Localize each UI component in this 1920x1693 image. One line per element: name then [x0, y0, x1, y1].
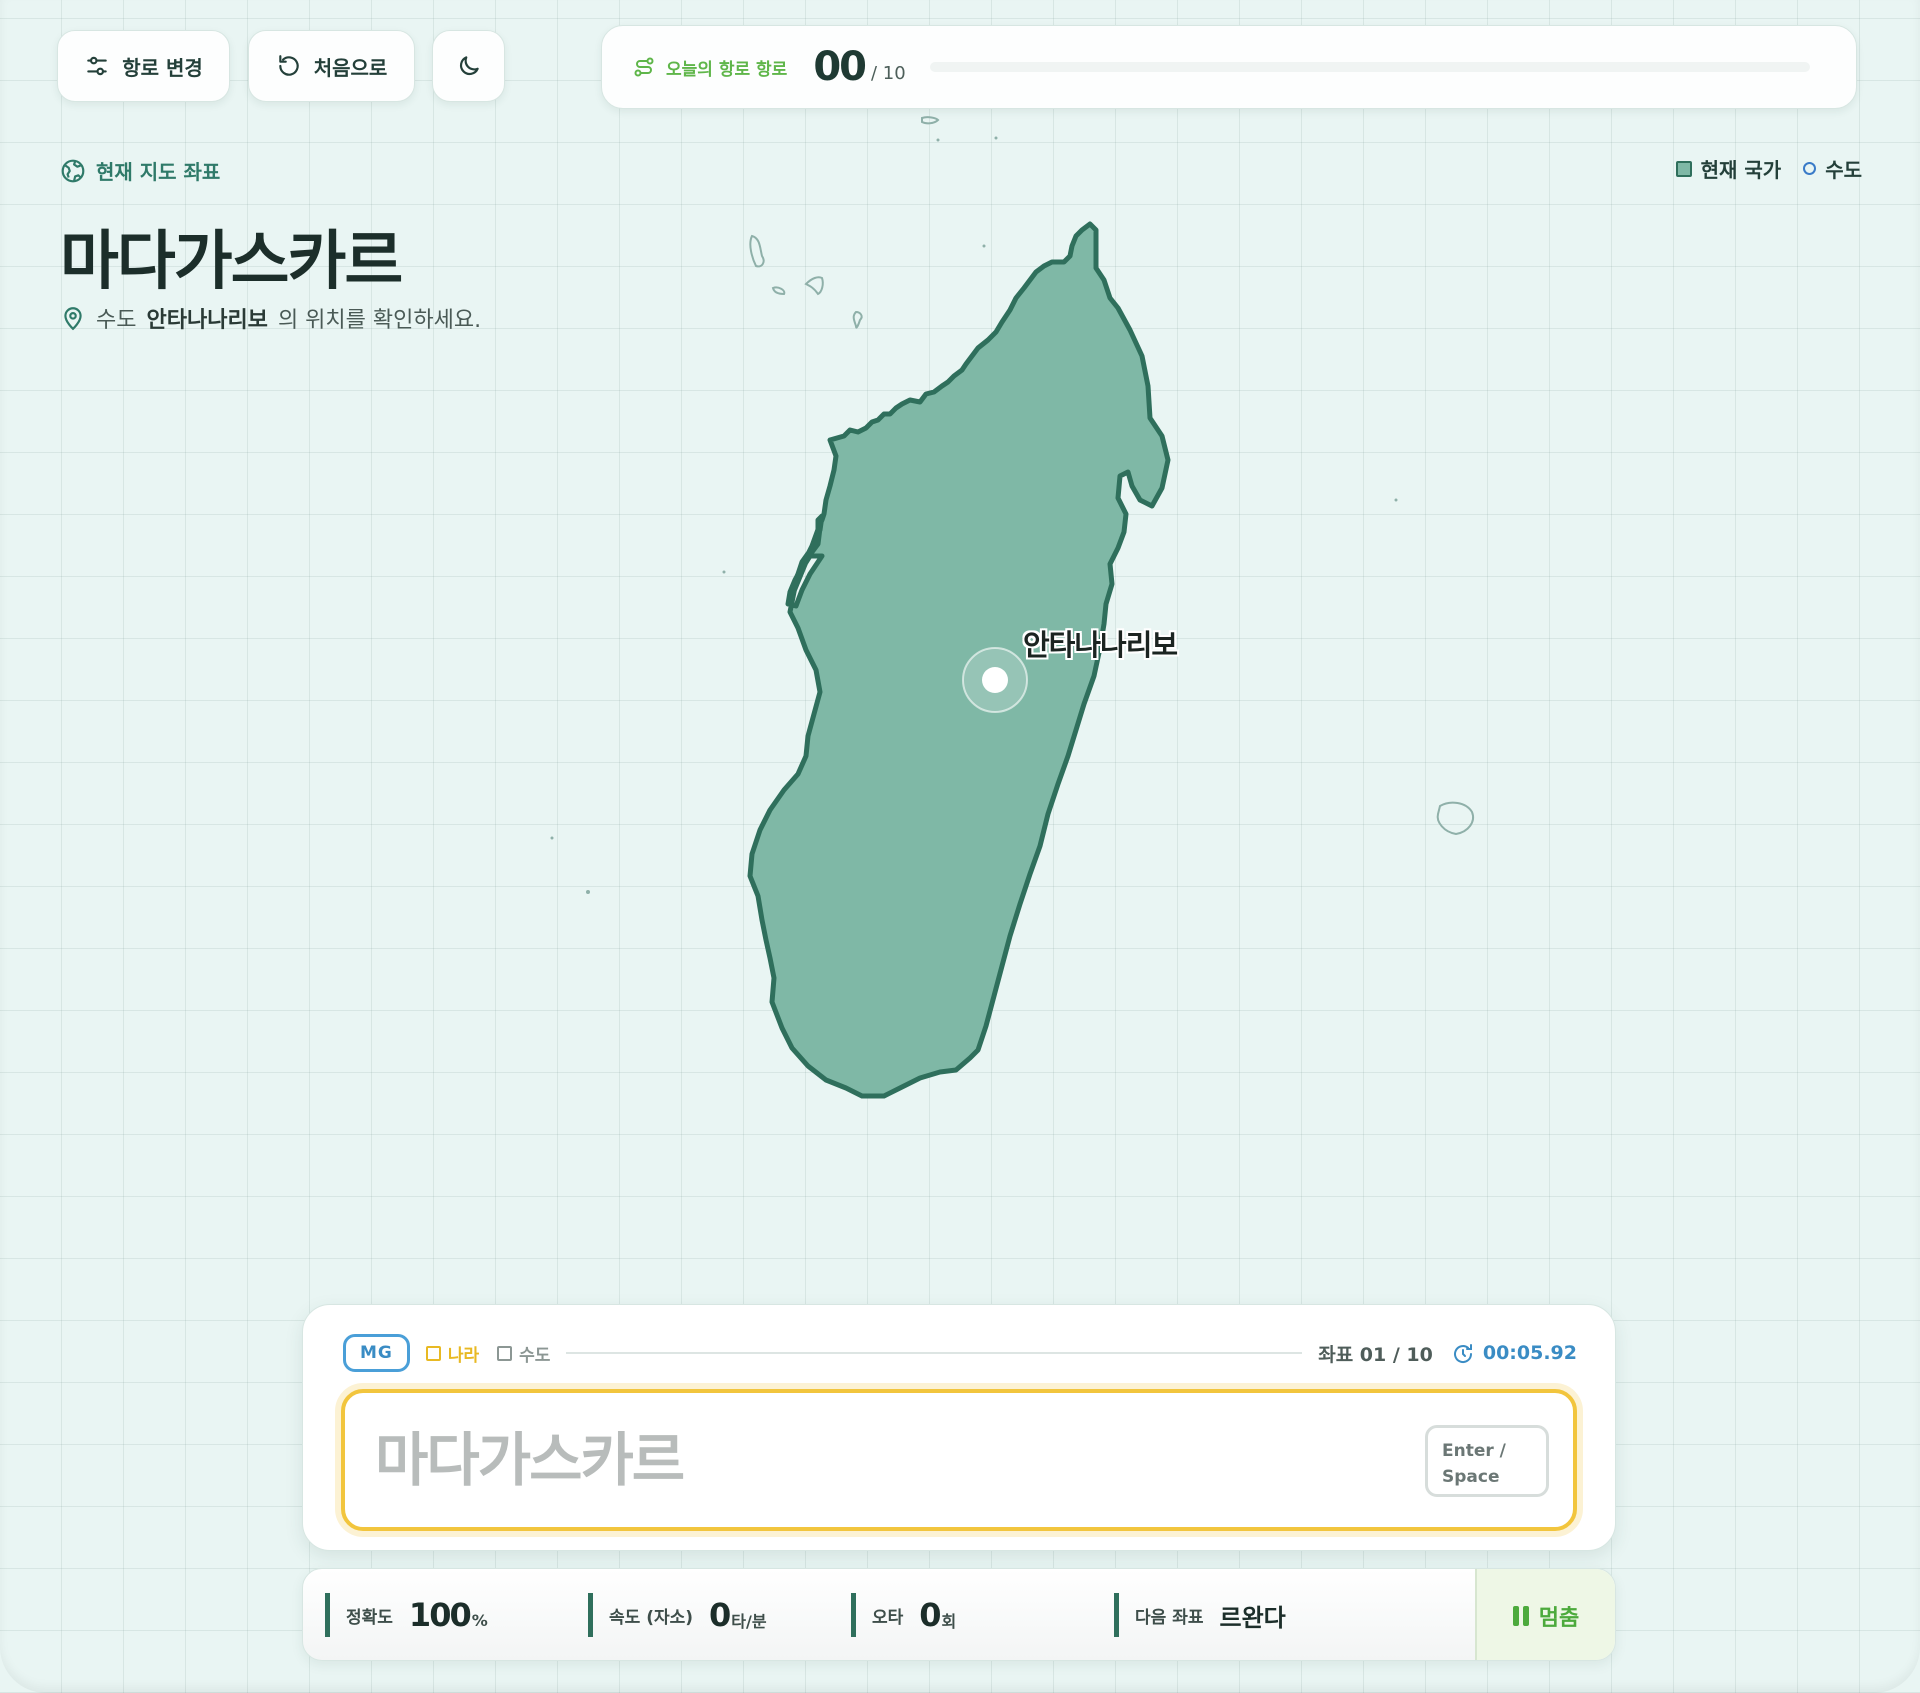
current-coordinate-label: 현재 지도 좌표 [60, 156, 220, 185]
globe-icon [61, 159, 85, 182]
restart-label: 처음으로 [313, 55, 388, 80]
enter-space-key-hint: Enter / Space [1425, 1425, 1549, 1497]
map-pin-icon [64, 307, 82, 331]
progress-total: / 10 [871, 62, 906, 84]
island-grande-comore [749, 234, 765, 268]
progress-bar [929, 62, 1810, 72]
capital-checkbox-icon [497, 1345, 513, 1361]
rotate-ccw-icon [278, 55, 299, 76]
island-north-speck [921, 116, 940, 125]
sliders-icon [87, 56, 107, 76]
answer-input[interactable] [375, 1426, 1375, 1494]
legend-country-swatch [1675, 160, 1692, 177]
answer-field-wrapper[interactable]: Enter / Space [341, 1389, 1577, 1531]
progress-count: 00 [813, 44, 867, 90]
pause-icon [1512, 1605, 1529, 1626]
theme-toggle-button[interactable] [432, 30, 505, 102]
stat-speed: 속도 (자소) 0 타/분 [588, 1593, 767, 1637]
country-check: 나라 [425, 1341, 479, 1366]
country-title: 마다가스카르 [60, 225, 403, 299]
stat-accuracy: 정확도 100 % [325, 1593, 488, 1637]
legend-capital-swatch [1803, 162, 1817, 175]
legend-country-label: 현재 국가 [1700, 158, 1782, 182]
stat-next-coordinate: 다음 좌표 르완다 [1114, 1593, 1286, 1637]
daily-route-progress: 오늘의 항로 항로 00 / 10 [601, 25, 1857, 109]
timer: 00:05.92 [1451, 1341, 1577, 1365]
legend-capital-label: 수도 [1825, 158, 1862, 182]
progress-label: 오늘의 항로 항로 [666, 59, 788, 80]
capital-marker[interactable] [962, 647, 1028, 713]
timer-icon [1453, 1344, 1472, 1363]
hint-capital: 안타나나리보 [146, 308, 268, 333]
hint-suffix: 의 위치를 확인하세요. [277, 308, 482, 333]
typo-value: 0 [919, 1596, 941, 1634]
island-moheli [771, 286, 786, 296]
island-mayotte [852, 310, 863, 329]
island-reunion [1436, 801, 1474, 836]
next-coordinate-value: 르완다 [1219, 1603, 1286, 1632]
capital-check: 수도 [497, 1341, 550, 1366]
pause-button[interactable]: 멈춤 [1475, 1569, 1615, 1660]
coordinate-counter: 좌표 01 / 10 [1318, 1343, 1433, 1366]
map-legend: 현재 국가 수도 [1675, 154, 1862, 183]
divider [566, 1352, 1303, 1354]
capital-hint: 수도 안타나나리보 의 위치를 확인하세요. [60, 302, 481, 334]
answer-panel: MG 나라 수도 좌표 01 / 10 00:05.92 Enter / Spa… [302, 1304, 1616, 1551]
capital-label: 안타나나리보 [1023, 628, 1178, 662]
island-anjouan [804, 276, 824, 296]
country-code-badge: MG [343, 1334, 410, 1372]
country-checkbox-icon [425, 1345, 441, 1361]
route-icon [634, 57, 654, 77]
restart-button[interactable]: 처음으로 [248, 30, 415, 102]
stat-typos: 오타 0 회 [851, 1593, 956, 1637]
change-route-button[interactable]: 항로 변경 [57, 30, 230, 102]
change-route-label: 항로 변경 [122, 55, 203, 80]
stats-bar: 정확도 100 % 속도 (자소) 0 타/분 오타 0 회 다음 좌표 르완다… [302, 1568, 1616, 1661]
hint-prefix: 수도 [96, 308, 137, 333]
moon-icon [459, 56, 479, 76]
accuracy-value: 100 [408, 1596, 472, 1634]
speed-value: 0 [709, 1596, 731, 1634]
